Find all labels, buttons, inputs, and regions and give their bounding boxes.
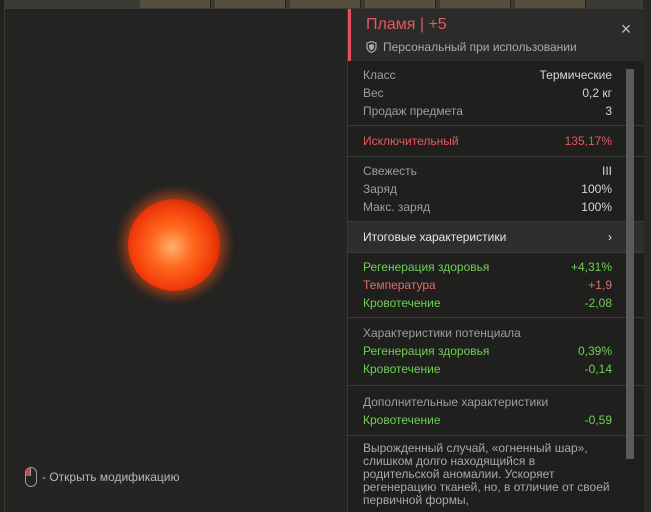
stat-row: Регенерация здоровья 0,39%	[363, 342, 612, 360]
binding-status: Персональный при использовании	[366, 40, 577, 54]
final-stats-label: Итоговые характеристики	[363, 230, 507, 244]
stat-value: -2,08	[584, 296, 612, 310]
stat-label: Класс	[363, 68, 396, 82]
stat-value: 100%	[581, 200, 612, 214]
stat-label: Продаж предмета	[363, 104, 463, 118]
stat-row: Макс. заряд 100%	[363, 198, 612, 216]
condition-section: Свежесть III Заряд 100% Макс. заряд 100%	[348, 157, 644, 222]
potential-stats-title: Характеристики потенциала	[363, 326, 521, 340]
item-title: Пламя | +5	[366, 16, 447, 33]
basic-info-section: Класс Термические Вес 0,2 кг Продаж предме…	[348, 61, 644, 126]
stat-label: Регенерация здоровья	[363, 260, 490, 274]
stat-row: Вес 0,2 кг	[363, 84, 612, 102]
binding-label: Персональный при использовании	[383, 40, 577, 54]
rarity-value: 135,17%	[564, 134, 612, 148]
stat-row: Регенерация здоровья +4,31%	[363, 258, 612, 276]
final-stats-toggle[interactable]: Итоговые характеристики ›	[348, 222, 644, 253]
background-slot	[440, 0, 511, 8]
stat-value: -0,14	[584, 362, 612, 376]
potential-stats-section: Характеристики потенциала Регенерация зд…	[348, 318, 644, 386]
stat-value: III	[601, 164, 612, 178]
open-modification-label: - Открыть модификацию	[42, 470, 180, 484]
background-slot	[515, 0, 586, 8]
stat-value: 3	[605, 104, 612, 118]
item-details-scroll[interactable]: Класс Термические Вес 0,2 кг Продаж предме…	[348, 61, 644, 512]
stat-value: 100%	[581, 182, 612, 196]
background-slot	[140, 0, 211, 8]
background-slot	[365, 0, 436, 8]
stat-label: Заряд	[363, 182, 397, 196]
rarity-section: Исключительный 135,17%	[348, 126, 644, 157]
stat-value: +1,9	[588, 278, 612, 292]
stat-row: Класс Термические	[363, 66, 612, 84]
stat-label: Вес	[363, 86, 384, 100]
stat-value: +4,31%	[570, 260, 612, 274]
rarity-row: Исключительный 135,17%	[363, 132, 612, 150]
stat-label: Свежесть	[363, 164, 417, 178]
close-button[interactable]: ×	[618, 20, 634, 38]
stat-value: 0,39%	[577, 344, 612, 358]
item-info-panel: Пламя | +5 Персональный при использовани…	[347, 9, 644, 512]
stat-label: Кровотечение	[363, 413, 441, 427]
rarity-label: Исключительный	[363, 134, 459, 148]
background-slot	[290, 0, 361, 8]
item-preview: - Открыть модификацию	[5, 9, 347, 512]
final-stats-section: Регенерация здоровья +4,31% Температура +1…	[348, 253, 644, 318]
shield-icon	[366, 41, 377, 53]
stat-value: Термические	[539, 68, 612, 82]
stat-row: Продаж предмета 3	[363, 102, 612, 120]
additional-stats-title: Дополнительные характеристики	[363, 395, 549, 409]
item-description: Вырожденный случай, «огненный шар», слиш…	[363, 441, 610, 507]
background-inventory-strip	[0, 0, 651, 8]
open-modification-hint[interactable]: - Открыть модификацию	[25, 467, 180, 487]
background-slot	[215, 0, 286, 8]
stat-row: Кровотечение -0,59	[363, 411, 612, 429]
stat-row: Температура +1,9	[363, 276, 612, 294]
mouse-left-click-icon	[25, 467, 37, 487]
stat-label: Кровотечение	[363, 362, 441, 376]
background-right-edge	[643, 0, 651, 511]
stat-row: Кровотечение -2,08	[363, 294, 612, 312]
stat-label: Макс. заряд	[363, 200, 431, 214]
scrollbar-thumb[interactable]	[626, 69, 634, 459]
stat-label: Кровотечение	[363, 296, 441, 310]
stat-label: Температура	[363, 278, 436, 292]
stat-label: Регенерация здоровья	[363, 344, 490, 358]
artifact-image	[128, 199, 220, 291]
item-tooltip-window: - Открыть модификацию Пламя | +5 Персона…	[4, 8, 644, 512]
stat-value: 0,2 кг	[582, 86, 612, 100]
item-header: Пламя | +5 Персональный при использовани…	[348, 9, 644, 61]
stat-value: -0,59	[584, 413, 612, 427]
stat-row: Кровотечение -0,14	[363, 360, 612, 378]
chevron-right-icon: ›	[608, 230, 612, 244]
stat-row: Свежесть III	[363, 162, 612, 180]
stat-row: Заряд 100%	[363, 180, 612, 198]
additional-stats-section: Дополнительные характеристики Кровотечен…	[348, 386, 644, 436]
